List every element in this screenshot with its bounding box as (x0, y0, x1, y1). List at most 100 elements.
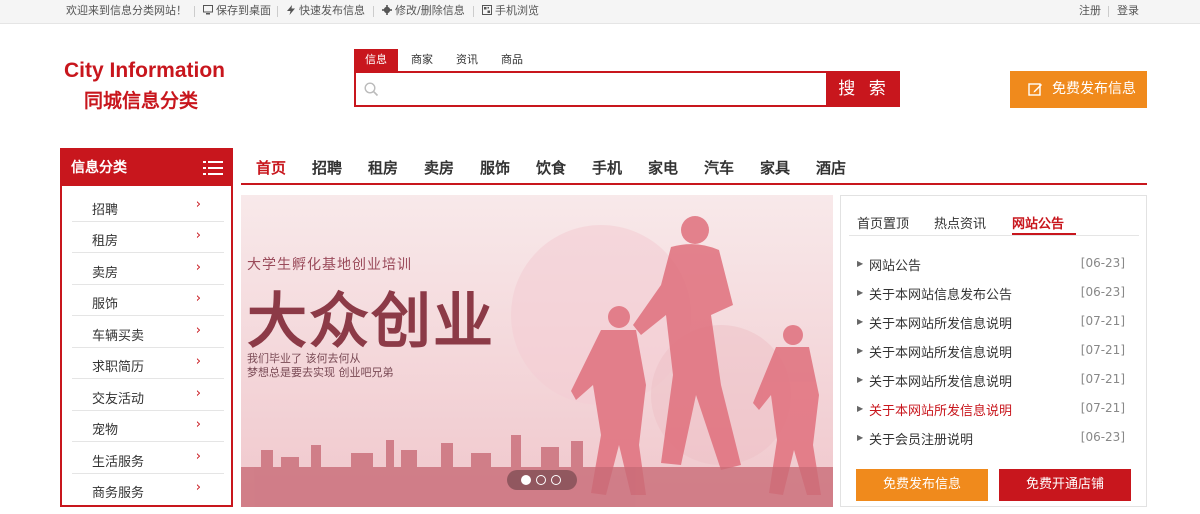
triangle-bullet-icon: ▶ (857, 288, 864, 297)
tab-hot-news[interactable]: 热点资讯 (934, 213, 986, 232)
lightning-icon (287, 5, 295, 15)
news-item[interactable]: ▶ 关于本网站所发信息说明 [07-21] (857, 399, 1125, 419)
category-item-social[interactable]: 交友活动 › (72, 380, 224, 411)
category-item-label: 招聘 (92, 203, 119, 218)
menu-list-icon[interactable] (203, 161, 223, 175)
search-input[interactable] (354, 71, 828, 107)
nav-home[interactable]: 首页 (256, 157, 286, 178)
carousel-indicators (507, 470, 577, 490)
triangle-bullet-icon: ▶ (857, 433, 864, 442)
modify-delete-link[interactable]: 修改/删除信息 (382, 4, 465, 18)
chevron-right-icon: › (195, 386, 201, 401)
banner-carousel[interactable]: 大学生孵化基地创业培训 大众创业 我们毕业了 该何去何从 梦想总是要去实现 创业… (241, 195, 833, 507)
nav-jobs[interactable]: 招聘 (312, 157, 342, 178)
triangle-bullet-icon: ▶ (857, 404, 864, 413)
news-title: 关于本网站所发信息说明 (869, 404, 1013, 419)
monitor-icon (203, 5, 213, 15)
carousel-dot-3[interactable] (551, 475, 561, 485)
divider (473, 6, 474, 17)
mobile-browse-link[interactable]: 手机浏览 (482, 4, 539, 18)
nav-furniture[interactable]: 家具 (760, 157, 790, 178)
tab-site-notice[interactable]: 网站公告 (1012, 213, 1064, 232)
news-item[interactable]: ▶ 关于会员注册说明 [06-23] (857, 428, 1125, 448)
search-tab-news[interactable]: 资讯 (445, 49, 489, 71)
news-title: 关于本网站所发信息说明 (869, 346, 1013, 361)
news-item[interactable]: ▶ 网站公告 [06-23] (857, 254, 1125, 274)
nav-appliances[interactable]: 家电 (648, 157, 678, 178)
category-item-label: 车辆买卖 (92, 329, 145, 344)
category-item-vehicles[interactable]: 车辆买卖 › (72, 317, 224, 348)
category-item-life-services[interactable]: 生活服务 › (72, 443, 224, 474)
divider (1108, 6, 1109, 17)
category-item-clothing[interactable]: 服饰 › (72, 285, 224, 316)
news-date: [07-21] (1080, 314, 1125, 328)
news-date: [06-23] (1080, 256, 1125, 270)
category-item-jobs[interactable]: 招聘 › (72, 191, 224, 222)
category-item-label: 生活服务 (92, 455, 145, 470)
news-item[interactable]: ▶ 关于本网站所发信息说明 [07-21] (857, 370, 1125, 390)
register-link[interactable]: 注册 (1079, 4, 1101, 18)
category-item-label: 卖房 (92, 266, 119, 281)
news-title: 关于会员注册说明 (869, 433, 974, 448)
news-title: 关于本网站信息发布公告 (869, 288, 1013, 303)
category-item-house-sale[interactable]: 卖房 › (72, 254, 224, 285)
category-item-resume[interactable]: 求职简历 › (72, 348, 224, 379)
nav-clothing[interactable]: 服饰 (480, 157, 510, 178)
chevron-right-icon: › (195, 291, 201, 306)
tab-underline (1012, 233, 1076, 235)
category-item-pets[interactable]: 宠物 › (72, 411, 224, 442)
divider (194, 6, 195, 17)
divider (277, 6, 278, 17)
edit-icon (1028, 83, 1042, 96)
category-item-label: 宠物 (92, 423, 119, 438)
category-sidebar: 信息分类 招聘 › 租房 › 卖房 › 服饰 › 车辆买卖 › 求职简历 › 交友活动 › 宠… (60, 148, 233, 507)
news-date: [07-21] (1080, 343, 1125, 357)
chevron-right-icon: › (195, 417, 201, 432)
triangle-bullet-icon: ▶ (857, 346, 864, 355)
quick-publish-link[interactable]: 快速发布信息 (286, 4, 365, 18)
category-item-label: 交友活动 (92, 392, 145, 407)
carousel-dot-1[interactable] (521, 475, 531, 485)
chevron-right-icon: › (195, 197, 201, 212)
banner-headline: 大众创业 (247, 287, 495, 357)
search-tab-goods[interactable]: 商品 (490, 49, 534, 71)
logo-chinese[interactable]: 同城信息分类 (84, 86, 198, 113)
chevron-right-icon: › (195, 449, 201, 464)
login-link[interactable]: 登录 (1117, 4, 1139, 18)
banner-subtitle: 大学生孵化基地创业培训 (247, 257, 412, 273)
category-item-business-services[interactable]: 商务服务 › (72, 474, 224, 505)
chevron-right-icon: › (195, 260, 201, 275)
publish-info-button[interactable]: 免费发布信息 (856, 469, 988, 501)
save-desktop-link[interactable]: 保存到桌面 (203, 4, 271, 18)
logo-english[interactable]: City Information (64, 59, 225, 83)
news-date: [07-21] (1080, 372, 1125, 386)
nav-hotels[interactable]: 酒店 (816, 157, 846, 178)
qrcode-icon (482, 5, 492, 15)
chevron-right-icon: › (195, 323, 201, 338)
banner-line-2: 梦想总是要去实现 创业吧兄弟 (247, 366, 394, 379)
news-item[interactable]: ▶ 关于本网站所发信息说明 [07-21] (857, 312, 1125, 332)
notice-tabs: 首页置顶 热点资讯 网站公告 (849, 196, 1139, 236)
category-item-rent[interactable]: 租房 › (72, 222, 224, 253)
news-date: [06-23] (1080, 285, 1125, 299)
news-date: [06-23] (1080, 430, 1125, 444)
chevron-right-icon: › (195, 228, 201, 243)
search-tab-info[interactable]: 信息 (354, 49, 398, 71)
news-item[interactable]: ▶ 关于本网站信息发布公告 [06-23] (857, 283, 1125, 303)
nav-underline (241, 183, 1147, 185)
nav-phones[interactable]: 手机 (592, 157, 622, 178)
notice-panel: 首页置顶 热点资讯 网站公告 ▶ 网站公告 [06-23] ▶ 关于本网站信息发布公告… (840, 195, 1147, 507)
search-tab-merchant[interactable]: 商家 (400, 49, 444, 71)
category-item-label: 租房 (92, 234, 119, 249)
tab-top-pinned[interactable]: 首页置顶 (857, 213, 909, 232)
nav-house-sale[interactable]: 卖房 (424, 157, 454, 178)
news-item[interactable]: ▶ 关于本网站所发信息说明 [07-21] (857, 341, 1125, 361)
divider (373, 6, 374, 17)
open-store-button[interactable]: 免费开通店铺 (999, 469, 1131, 501)
publish-free-button[interactable]: 免费发布信息 (1010, 71, 1147, 108)
carousel-dot-2[interactable] (536, 475, 546, 485)
nav-cars[interactable]: 汽车 (704, 157, 734, 178)
nav-rent[interactable]: 租房 (368, 157, 398, 178)
search-button[interactable]: 搜 索 (828, 71, 900, 107)
nav-food[interactable]: 饮食 (536, 157, 566, 178)
